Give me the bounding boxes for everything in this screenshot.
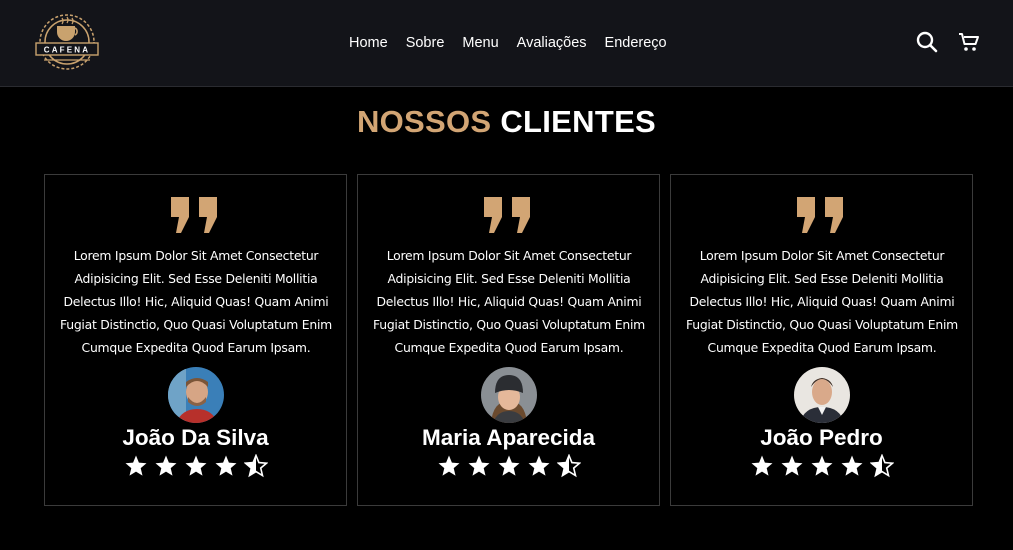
header-actions (915, 30, 981, 54)
star-icon (841, 455, 863, 476)
nav-endereco[interactable]: Endereço (605, 34, 667, 52)
avatar (168, 367, 224, 423)
search-icon[interactable] (915, 30, 939, 54)
star-rating (750, 454, 894, 478)
section-title-accent: NOSSOS (356, 104, 492, 139)
testimonial-text: Lorem Ipsum Dolor Sit Amet Consectetur A… (60, 248, 332, 355)
main-nav: Home Sobre Menu Avaliações Endereço (349, 34, 667, 52)
nav-sobre[interactable]: Sobre (406, 34, 445, 52)
customer-name: Maria Aparecida (422, 425, 595, 450)
star-icon (125, 455, 147, 476)
star-rating (124, 454, 268, 478)
testimonial-text: Lorem Ipsum Dolor Sit Amet Consectetur A… (686, 248, 958, 355)
logo-text: CAFENA (44, 46, 91, 55)
quote-icon (484, 197, 530, 233)
avatar (794, 367, 850, 423)
site-header: CAFENA Home Sobre Menu Avaliações Endere… (0, 0, 1013, 87)
section-title-main: CLIENTES (500, 104, 657, 139)
testimonial-text: Lorem Ipsum Dolor Sit Amet Consectetur A… (373, 248, 645, 355)
nav-avaliacoes[interactable]: Avaliações (517, 34, 587, 52)
star-rating (437, 454, 581, 478)
nav-home[interactable]: Home (349, 34, 388, 52)
avatar (481, 367, 537, 423)
testimonial-cards: Lorem Ipsum Dolor Sit Amet Consectetur A… (44, 174, 973, 506)
customer-name: João Da Silva (122, 425, 269, 450)
half-star-icon (244, 454, 268, 478)
section-title: NOSSOS CLIENTES (0, 104, 1013, 140)
cafena-logo[interactable]: CAFENA (28, 10, 106, 74)
star-icon (468, 455, 490, 476)
star-icon (528, 455, 550, 476)
half-star-icon (557, 454, 581, 478)
nav-menu[interactable]: Menu (462, 34, 498, 52)
star-icon (155, 455, 177, 476)
testimonial-card: Lorem Ipsum Dolor Sit Amet Consectetur A… (357, 174, 660, 506)
quote-icon (171, 197, 217, 233)
star-icon (215, 455, 237, 476)
star-icon (781, 455, 803, 476)
cart-icon[interactable] (957, 30, 981, 54)
customer-name: João Pedro (760, 425, 883, 450)
star-icon (811, 455, 833, 476)
quote-icon (797, 197, 843, 233)
star-icon (185, 455, 207, 476)
star-icon (498, 455, 520, 476)
half-star-icon (870, 454, 894, 478)
testimonial-card: Lorem Ipsum Dolor Sit Amet Consectetur A… (44, 174, 347, 506)
star-icon (438, 455, 460, 476)
testimonial-card: Lorem Ipsum Dolor Sit Amet Consectetur A… (670, 174, 973, 506)
star-icon (751, 455, 773, 476)
